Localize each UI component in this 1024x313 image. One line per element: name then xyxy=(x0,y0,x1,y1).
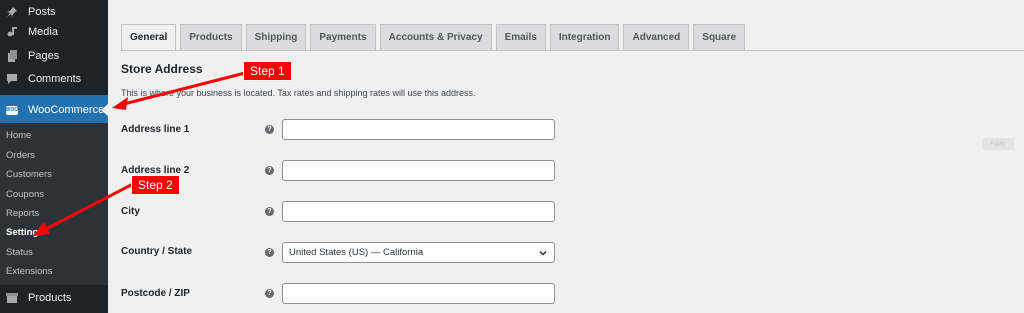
tab-shipping[interactable]: Shipping xyxy=(245,24,307,50)
sidebar-item-label: Media xyxy=(28,26,58,38)
sidebar-item-label: WooCommerce xyxy=(28,104,105,116)
media-icon xyxy=(5,25,19,39)
country-state-select[interactable]: United States (US) — California xyxy=(282,242,555,263)
sidebar-item-pages[interactable]: Pages xyxy=(0,44,108,68)
tabs-divider xyxy=(121,50,1024,51)
step-2-annotation: Step 2 xyxy=(131,175,180,195)
address-line-2-field[interactable] xyxy=(282,160,555,181)
submenu-item-status[interactable]: Status xyxy=(6,247,33,258)
submenu-item-customers[interactable]: Customers xyxy=(6,169,52,180)
section-title: Store Address xyxy=(121,62,203,76)
help-icon[interactable]: ? xyxy=(265,125,274,134)
address-line-1-label: Address line 1 xyxy=(121,124,190,135)
sidebar-item-label: Pages xyxy=(28,50,60,62)
city-label: City xyxy=(121,206,140,217)
woocommerce-submenu: Home Orders Customers Coupons Reports Se… xyxy=(0,123,108,285)
products-icon xyxy=(5,291,19,305)
tab-square[interactable]: Square xyxy=(693,24,746,50)
sidebar-item-comments[interactable]: Comments xyxy=(0,67,108,91)
sidebar-item-label: Products xyxy=(28,292,72,304)
tab-integration[interactable]: Integration xyxy=(549,24,620,50)
sidebar-item-label: Comments xyxy=(28,73,82,85)
step-1-annotation: Step 1 xyxy=(243,61,292,81)
chevron-down-icon xyxy=(539,250,547,256)
tab-advanced[interactable]: Advanced xyxy=(623,24,690,50)
address-line-1-field[interactable] xyxy=(282,119,555,140)
help-icon[interactable]: ? xyxy=(265,166,274,175)
submenu-item-orders[interactable]: Orders xyxy=(6,150,35,161)
tab-emails[interactable]: Emails xyxy=(495,24,546,50)
help-icon[interactable]: ? xyxy=(265,289,274,298)
help-icon[interactable]: ? xyxy=(265,248,274,257)
postcode-label: Postcode / ZIP xyxy=(121,288,190,299)
country-state-label: Country / State xyxy=(121,246,193,257)
tab-general[interactable]: General xyxy=(121,24,177,50)
city-field[interactable] xyxy=(282,201,555,222)
comment-icon xyxy=(5,72,19,86)
help-icon[interactable]: ? xyxy=(265,207,274,216)
postcode-field[interactable] xyxy=(282,283,555,304)
apply-button[interactable]: Apply xyxy=(982,138,1014,150)
tab-products[interactable]: Products xyxy=(180,24,242,50)
tab-accounts-privacy[interactable]: Accounts & Privacy xyxy=(379,24,492,50)
pages-icon xyxy=(5,49,19,63)
sidebar-item-woocommerce[interactable]: WOO WooCommerce xyxy=(0,95,108,125)
pin-icon xyxy=(5,5,19,19)
submenu-item-extensions[interactable]: Extensions xyxy=(6,266,52,277)
sidebar-item-media[interactable]: Media xyxy=(0,20,108,44)
tab-payments[interactable]: Payments xyxy=(310,24,376,50)
admin-sidebar: Posts Media Pages Comments WOO WooCommer… xyxy=(0,0,108,313)
sidebar-item-products[interactable]: Products xyxy=(0,286,108,310)
submenu-item-reports[interactable]: Reports xyxy=(6,208,39,219)
settings-tabs: General Products Shipping Payments Accou… xyxy=(121,24,749,50)
submenu-item-home[interactable]: Home xyxy=(6,130,31,141)
submenu-item-settings[interactable]: Settings xyxy=(6,227,43,238)
active-indicator xyxy=(101,104,108,116)
country-state-value: United States (US) — California xyxy=(289,247,424,258)
section-description: This is where your business is located. … xyxy=(121,88,476,98)
submenu-item-coupons[interactable]: Coupons xyxy=(6,189,44,200)
sidebar-item-label: Posts xyxy=(28,6,56,18)
woocommerce-icon: WOO xyxy=(5,105,19,115)
